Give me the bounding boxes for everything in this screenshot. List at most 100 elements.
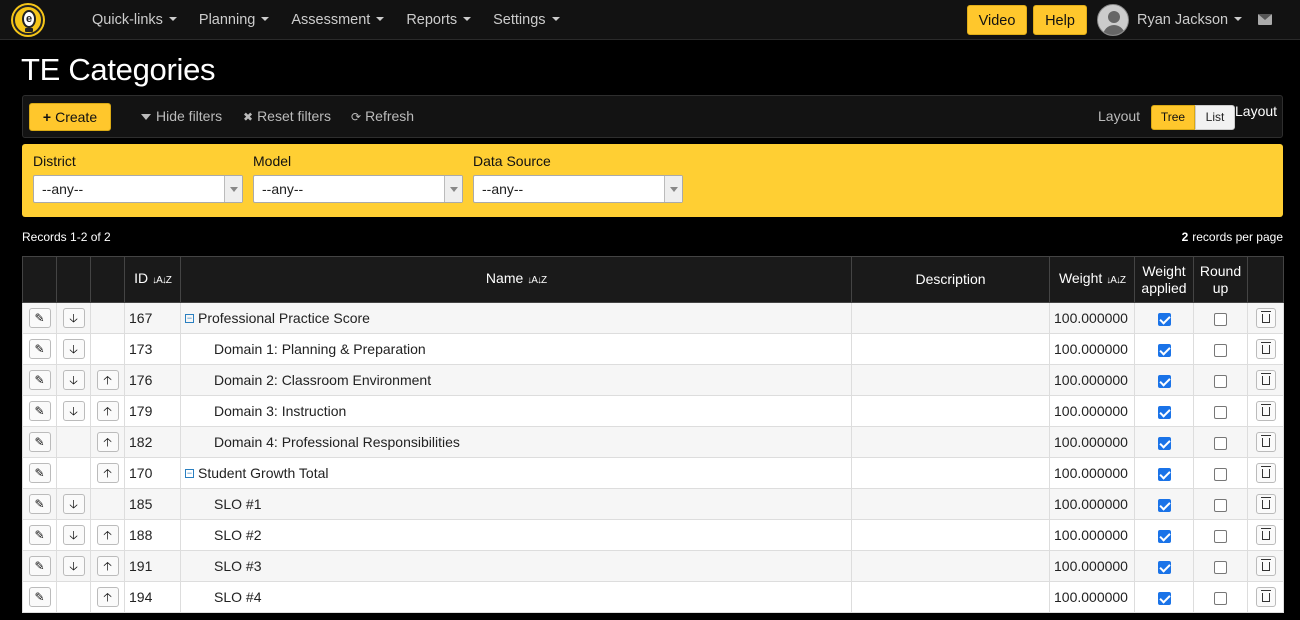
weight-applied-checkbox[interactable] [1157,560,1171,574]
menu-planning[interactable]: Planning [199,0,270,40]
weight-applied-checkbox[interactable] [1157,405,1171,419]
data-source-select[interactable]: --any-- [473,175,683,203]
name-text: Professional Practice Score [198,310,370,326]
menu-reports[interactable]: Reports [406,0,472,40]
edit-cell: ✎ [22,426,57,458]
edit-pencil-icon[interactable]: ✎ [28,308,51,328]
arrow-up-icon[interactable]: 🡡 [96,432,119,452]
weight-applied-checkbox[interactable] [1157,312,1171,326]
weight-applied-checkbox[interactable] [1157,374,1171,388]
mail-icon[interactable] [1258,14,1272,25]
edit-pencil-icon[interactable]: ✎ [28,525,51,545]
delete-button[interactable] [1255,463,1276,483]
delete-button[interactable] [1255,308,1276,328]
arrow-up-icon[interactable]: 🡡 [96,401,119,421]
delete-cell [1247,426,1284,458]
round-up-cell [1193,457,1248,489]
name-cell: − Student Growth Total [180,457,852,489]
layout-list-button[interactable]: List [1195,105,1235,130]
round-up-checkbox[interactable] [1214,467,1227,481]
edit-pencil-icon[interactable]: ✎ [28,370,51,390]
weight-applied-checkbox[interactable] [1157,343,1171,357]
weight-applied-checkbox[interactable] [1157,591,1171,605]
round-up-checkbox[interactable] [1214,405,1227,419]
weight-applied-checkbox[interactable] [1157,436,1171,450]
edit-pencil-icon[interactable]: ✎ [28,401,51,421]
top-navbar: e Quick-links Planning Assessment Report… [0,0,1300,40]
name-text: SLO #4 [214,589,262,605]
records-per-page[interactable]: 2 records per page [1182,230,1283,244]
weight-header[interactable]: Weight ↓A↓Z [1049,256,1135,303]
refresh-button[interactable]: ⟳ Refresh [351,96,414,138]
menu-settings[interactable]: Settings [493,0,560,40]
hide-filters-button[interactable]: Hide filters [141,96,222,137]
avatar[interactable] [1097,4,1129,36]
round-up-checkbox[interactable] [1214,312,1227,326]
delete-button[interactable] [1255,494,1276,514]
edit-pencil-icon[interactable]: ✎ [28,432,51,452]
collapse-icon[interactable]: − [185,468,194,478]
arrow-up-icon[interactable]: 🡡 [96,370,119,390]
round-up-checkbox[interactable] [1214,436,1227,450]
id-header[interactable]: ID ↓A↓Z [124,256,181,303]
round-up-checkbox[interactable] [1214,374,1227,388]
weight-applied-checkbox[interactable] [1157,467,1171,481]
app-logo-icon[interactable]: e [13,5,43,35]
create-button[interactable]: + Create [29,103,111,131]
delete-button[interactable] [1255,587,1276,607]
arrow-up-icon[interactable]: 🡡 [96,525,119,545]
user-menu[interactable]: Ryan Jackson [1137,0,1243,40]
arrow-down-icon[interactable]: 🡣 [62,494,85,514]
layout-tree-button[interactable]: Tree [1151,105,1195,130]
collapse-icon[interactable]: − [185,313,194,323]
delete-button[interactable] [1255,370,1276,390]
reset-filters-button[interactable]: ✖ Reset filters [243,96,331,138]
arrow-down-icon[interactable]: 🡣 [62,401,85,421]
edit-pencil-icon[interactable]: ✎ [28,463,51,483]
reset-filters-label: Reset filters [257,108,331,124]
delete-button[interactable] [1255,401,1276,421]
weight-applied-cell [1134,302,1194,334]
delete-cell [1247,395,1284,427]
weight-applied-checkbox[interactable] [1157,498,1171,512]
chevron-down-icon [664,176,682,202]
name-text: Domain 1: Planning & Preparation [214,341,426,357]
arrow-down-icon[interactable]: 🡣 [62,339,85,359]
round-up-checkbox[interactable] [1214,560,1227,574]
move-down-cell [56,581,91,613]
delete-button[interactable] [1255,339,1276,359]
arrow-down-icon[interactable]: 🡣 [62,370,85,390]
edit-pencil-icon[interactable]: ✎ [28,494,51,514]
delete-header [1247,256,1284,303]
round-up-checkbox[interactable] [1214,591,1227,605]
name-cell: SLO #3 [180,550,852,582]
delete-button[interactable] [1255,525,1276,545]
trash-icon [1260,559,1271,571]
weight-applied-checkbox[interactable] [1157,529,1171,543]
help-button[interactable]: Help [1033,5,1087,35]
menu-assessment[interactable]: Assessment [291,0,385,40]
weight-applied-cell [1134,519,1194,551]
edit-pencil-icon[interactable]: ✎ [28,587,51,607]
district-value: --any-- [42,181,84,197]
round-up-checkbox[interactable] [1214,343,1227,357]
round-up-checkbox[interactable] [1214,529,1227,543]
district-select[interactable]: --any-- [33,175,243,203]
arrow-down-icon[interactable]: 🡣 [62,525,85,545]
edit-pencil-icon[interactable]: ✎ [28,339,51,359]
arrow-up-icon[interactable]: 🡡 [96,556,119,576]
name-header[interactable]: Name ↓A↓Z [180,256,852,303]
edit-pencil-icon[interactable]: ✎ [28,556,51,576]
arrow-up-icon[interactable]: 🡡 [96,463,119,483]
arrow-down-icon[interactable]: 🡣 [62,556,85,576]
menu-label: Quick-links [92,12,163,28]
model-select[interactable]: --any-- [253,175,463,203]
table-row: ✎ 🡣 167− Professional Practice Score 100.000… [22,302,1284,334]
delete-button[interactable] [1255,432,1276,452]
video-button[interactable]: Video [967,5,1027,35]
delete-button[interactable] [1255,556,1276,576]
menu-quick-links[interactable]: Quick-links [92,0,177,40]
arrow-down-icon[interactable]: 🡣 [62,308,85,328]
arrow-up-icon[interactable]: 🡡 [96,587,119,607]
round-up-checkbox[interactable] [1214,498,1227,512]
